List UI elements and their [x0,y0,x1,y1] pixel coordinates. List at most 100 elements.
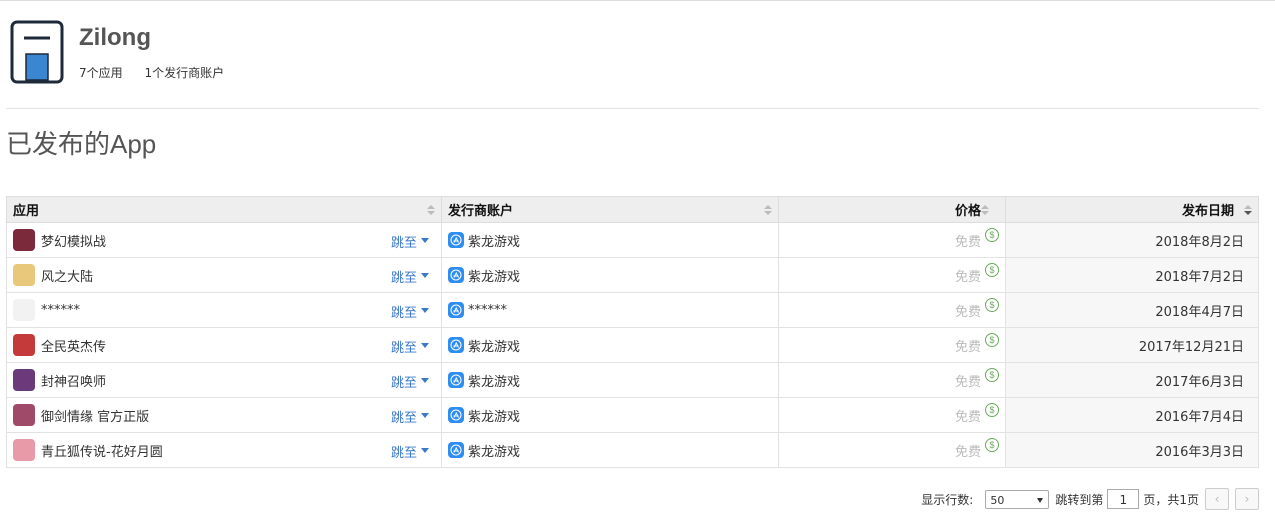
release-date-cell: 2018年8月2日 [1005,222,1259,258]
app-cell: ****** 跳至 [6,292,442,328]
caret-down-icon [421,378,429,383]
app-name-link[interactable]: 青丘狐传说-花好月圆 [41,441,163,460]
price-label: 免费 [954,269,981,285]
table-row[interactable]: 风之大陆 跳至 紫龙游戏 免费 $2018年7月2日 [6,257,1259,293]
publisher-name-link[interactable]: 紫龙游戏 [468,441,520,460]
header-app-label: 应用 [13,204,40,219]
app-icon[interactable] [13,334,35,356]
header-release-date[interactable]: 发布日期 [1005,196,1259,223]
jump-to-dropdown[interactable]: 跳至 [391,407,429,426]
dollar-icon: $ [985,297,999,312]
app-name-link[interactable]: 全民英杰传 [41,336,106,355]
jump-to-dropdown[interactable]: 跳至 [391,302,429,321]
caret-down-icon [421,273,429,278]
price-label: 免费 [954,234,981,250]
caret-down-icon [421,413,429,418]
app-store-icon [448,372,464,388]
app-cell: 梦幻模拟战 跳至 [6,222,442,258]
price-label: 免费 [954,304,981,320]
app-icon[interactable] [13,439,35,461]
table-row[interactable]: ****** 跳至 ****** 免费 $2018年4月7日 [6,292,1259,328]
sort-icon [427,205,435,216]
prev-page-button[interactable]: ‹ [1205,488,1229,510]
jump-to-dropdown[interactable]: 跳至 [391,372,429,391]
app-name-link[interactable]: 梦幻模拟战 [41,231,106,250]
table-row[interactable]: 全民英杰传 跳至 紫龙游戏 免费 $2017年12月21日 [6,327,1259,363]
rows-per-page-select[interactable]: 50 [985,489,1050,509]
app-name-link[interactable]: 御剑情缘 官方正版 [41,406,149,425]
jump-label: 跳至 [390,376,417,391]
app-cell: 青丘狐传说-花好月圆 跳至 [6,432,442,468]
release-date-cell: 2016年3月3日 [1005,432,1259,468]
publisher-cell: ****** [441,292,779,328]
table-row[interactable]: 御剑情缘 官方正版 跳至 紫龙游戏 免费 $2016年7月4日 [6,397,1259,433]
publisher-count: 1个发行商账户 [144,66,225,80]
publisher-name-link[interactable]: 紫龙游戏 [468,266,520,285]
price-cell: 免费 $ [778,292,1006,328]
app-icon[interactable] [13,404,35,426]
next-page-button[interactable]: › [1235,488,1259,510]
app-icon[interactable] [13,299,35,321]
developer-name: Zilong [79,24,151,51]
jump-to-dropdown[interactable]: 跳至 [391,267,429,286]
app-cell: 御剑情缘 官方正版 跳至 [6,397,442,433]
dollar-icon: $ [985,367,999,382]
price-label: 免费 [954,409,981,425]
publisher-cell: 紫龙游戏 [441,362,779,398]
top-border [0,0,1275,1]
header-divider [6,108,1259,109]
app-name-link[interactable]: ****** [41,303,80,318]
header-date-label: 发布日期 [1181,204,1234,219]
rows-per-page-value: 50 [990,493,1005,507]
header-price[interactable]: 价格 [778,196,1006,223]
app-icon[interactable] [13,369,35,391]
publisher-cell: 紫龙游戏 [441,432,779,468]
release-date-cell: 2018年4月7日 [1005,292,1259,328]
table-row[interactable]: 封神召唤师 跳至 紫龙游戏 免费 $2017年6月3日 [6,362,1259,398]
header-app[interactable]: 应用 [6,196,442,223]
publisher-name-link[interactable]: 紫龙游戏 [468,336,520,355]
dollar-icon: $ [985,437,999,452]
app-store-icon [448,407,464,423]
release-date-cell: 2016年7月4日 [1005,397,1259,433]
jump-label: 跳至 [390,411,417,426]
price-cell: 免费 $ [778,257,1006,293]
price-cell: 免费 $ [778,432,1006,468]
price-cell: 免费 $ [778,362,1006,398]
price-label: 免费 [954,374,981,390]
jump-to-dropdown[interactable]: 跳至 [391,337,429,356]
publisher-name-link[interactable]: ****** [468,303,507,318]
jump-to-page-label: 跳转到第 [1055,492,1104,507]
jump-label: 跳至 [390,306,417,321]
dollar-icon: $ [985,227,999,242]
caret-down-icon [421,343,429,348]
app-icon[interactable] [13,264,35,286]
publisher-name-link[interactable]: 紫龙游戏 [468,231,520,250]
jump-to-dropdown[interactable]: 跳至 [391,442,429,461]
dollar-icon: $ [985,332,999,347]
sort-desc-icon [1244,205,1252,216]
app-store-icon [448,302,464,318]
header-publisher[interactable]: 发行商账户 [441,196,779,223]
page-number-input[interactable]: 1 [1107,489,1140,509]
publisher-cell: 紫龙游戏 [441,327,779,363]
table-row[interactable]: 梦幻模拟战 跳至 紫龙游戏 免费 $2018年8月2日 [6,222,1259,258]
release-date-cell: 2017年12月21日 [1005,327,1259,363]
jump-label: 跳至 [390,446,417,461]
jump-label: 跳至 [390,236,417,251]
publisher-name-link[interactable]: 紫龙游戏 [468,406,520,425]
table-row[interactable]: 青丘狐传说-花好月圆 跳至 紫龙游戏 免费 $2016年3月3日 [6,432,1259,468]
release-date-cell: 2018年7月2日 [1005,257,1259,293]
publisher-name-link[interactable]: 紫龙游戏 [468,371,520,390]
jump-to-dropdown[interactable]: 跳至 [391,232,429,251]
price-cell: 免费 $ [778,222,1006,258]
app-store-icon [448,232,464,248]
caret-down-icon [421,308,429,313]
app-icon[interactable] [13,229,35,251]
app-name-link[interactable]: 封神召唤师 [41,371,106,390]
price-label: 免费 [954,339,981,355]
chevron-left-icon: ‹ [1214,492,1220,506]
app-name-link[interactable]: 风之大陆 [41,266,93,285]
app-cell: 全民英杰传 跳至 [6,327,442,363]
pagination: 显示行数: 50 跳转到第 1 页，共1页 ‹ › [921,487,1259,511]
